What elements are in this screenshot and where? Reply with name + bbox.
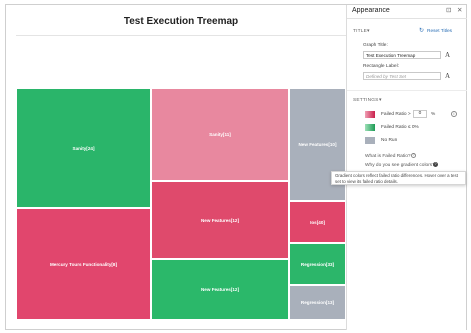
reset-titles-link[interactable]: Reset Titles xyxy=(427,29,452,34)
failed-ratio-input[interactable]: 0 xyxy=(413,110,427,118)
rectangle-label-input[interactable]: Defined by Test Set xyxy=(363,72,441,80)
pin-icon[interactable]: ⊡ xyxy=(446,6,451,14)
settings-section-label: SETTINGS xyxy=(353,98,379,103)
tile-label: Mercury Tours Functionality[8] xyxy=(49,261,118,267)
tile-label: Ios[40] xyxy=(310,219,325,225)
treemap: Sanity[24] Mercury Tours Functionality[8… xyxy=(16,88,346,320)
treemap-tile[interactable]: Mercury Tours Functionality[8] xyxy=(16,208,151,320)
no-run-label: No Run xyxy=(381,138,398,143)
font-icon[interactable]: A xyxy=(445,72,450,80)
graph-title-label: Graph Title: xyxy=(363,43,388,48)
font-icon[interactable]: A xyxy=(445,51,450,59)
tile-label: Sanity[11] xyxy=(209,132,231,137)
why-gradient-link[interactable]: Why do you see gradient colors? xyxy=(365,163,435,168)
percent-sign: % xyxy=(431,112,436,117)
graph-title-input[interactable]: Test Execution Treemap xyxy=(363,51,441,59)
title-section-label: TITLE xyxy=(353,29,368,34)
gradient-tooltip: Gradient colors reflect failed ratio dif… xyxy=(331,171,466,185)
treemap-tile[interactable]: New Features[12] xyxy=(151,181,289,259)
tile-label: New Features[12] xyxy=(200,217,240,223)
help-icon[interactable]: ? xyxy=(433,162,438,167)
treemap-tile[interactable]: Ios[40] xyxy=(289,201,346,243)
chart-title: Test Execution Treemap xyxy=(123,16,239,27)
no-run-swatch xyxy=(365,137,375,144)
help-icon[interactable]: ? xyxy=(411,153,416,158)
treemap-tile[interactable]: Sanity[24] xyxy=(16,88,151,208)
failed-ratio-gt-label: Failed Ratio > xyxy=(381,112,411,117)
title-divider xyxy=(16,35,346,36)
tile-label: Regression[33] xyxy=(300,261,335,267)
chevron-down-icon[interactable]: ▾ xyxy=(379,98,382,103)
treemap-tile[interactable]: Regression[33] xyxy=(289,243,346,285)
tile-label: New Features[10] xyxy=(298,142,337,147)
what-is-failed-ratio-link[interactable]: What is Failed Ratio? xyxy=(365,154,411,159)
treemap-tile[interactable]: Regression[13] xyxy=(289,285,346,320)
reset-icon[interactable]: ↻ xyxy=(419,27,424,34)
info-icon[interactable]: i xyxy=(451,111,457,117)
failed-low-swatch xyxy=(365,124,375,131)
chevron-down-icon[interactable]: ▾ xyxy=(367,29,370,34)
panel-header: Appearance ⊡ ✕ xyxy=(347,5,467,19)
treemap-tile[interactable]: Sanity[11] xyxy=(151,88,289,181)
tile-label: Regression[13] xyxy=(300,300,335,305)
failed-high-swatch xyxy=(365,111,375,118)
rectangle-label-label: Rectangle Label: xyxy=(363,64,400,69)
app-frame: Test Execution Treemap Sanity[24] Mercur… xyxy=(0,0,471,333)
tile-label: New Features[12] xyxy=(200,287,240,292)
close-icon[interactable]: ✕ xyxy=(457,6,462,14)
panel-title: Appearance xyxy=(352,7,390,14)
failed-ratio-le-label: Failed Ratio ≤ 0% xyxy=(381,125,419,130)
appearance-panel: Appearance ⊡ ✕ TITLE ▾ ↻ Reset Titles Gr… xyxy=(346,5,467,330)
treemap-tile[interactable]: New Features[12] xyxy=(151,259,289,320)
divider xyxy=(347,90,467,91)
tile-label: Sanity[24] xyxy=(72,145,95,151)
